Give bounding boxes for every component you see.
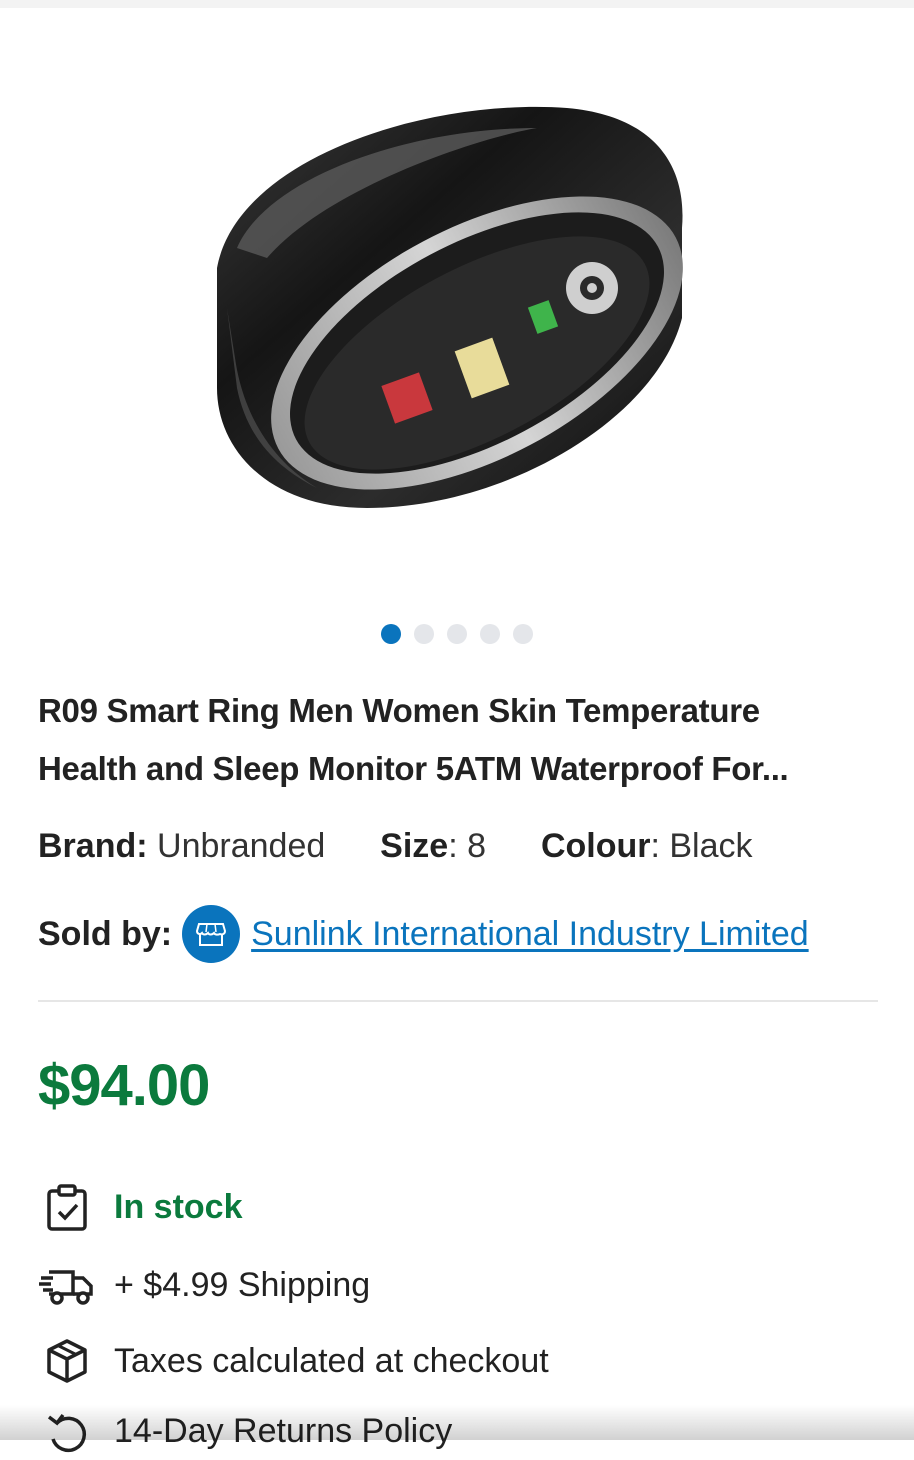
product-title-line: Health and Sleep Monitor 5ATM Waterproof… <box>38 750 789 787</box>
taxes-row: Taxes calculated at checkout <box>38 1332 898 1390</box>
delivery-truck-icon <box>38 1256 96 1314</box>
gallery-dot[interactable] <box>447 624 467 644</box>
product-image-gallery[interactable] <box>0 8 914 608</box>
gallery-pagination <box>0 624 914 644</box>
taxes-note: Taxes calculated at checkout <box>114 1341 549 1380</box>
gallery-dot[interactable] <box>414 624 434 644</box>
shipping-cost: + $4.99 Shipping <box>114 1265 371 1304</box>
gallery-dot-active[interactable] <box>381 624 401 644</box>
product-specs: Brand: Unbranded Size: 8 Colour: Black <box>38 820 898 872</box>
divider <box>38 1000 878 1002</box>
size-value: : 8 <box>448 827 487 865</box>
gallery-dot[interactable] <box>513 624 533 644</box>
package-box-icon <box>38 1332 96 1390</box>
sold-by-label: Sold by: <box>38 914 173 953</box>
colour-label: Colour <box>540 827 651 865</box>
shipping-row: + $4.99 Shipping <box>38 1256 898 1314</box>
product-title: R09 Smart Ring Men Women Skin Temperatur… <box>38 682 878 798</box>
gallery-dot[interactable] <box>480 624 500 644</box>
bottom-shadow <box>0 1405 914 1440</box>
smart-ring-image <box>217 106 683 508</box>
top-status-strip <box>0 0 914 8</box>
colour-value: : Black <box>650 827 753 865</box>
price: $94.00 <box>38 1053 210 1118</box>
brand-value: Unbranded <box>157 827 326 865</box>
stock-status: In stock <box>114 1187 243 1226</box>
seller-row: Sold by: Sunlink International Industry … <box>38 905 908 963</box>
seller-link[interactable]: Sunlink International Industry Limited <box>251 915 809 954</box>
size-label: Size <box>380 827 449 865</box>
clipboard-check-icon <box>38 1178 96 1236</box>
store-icon[interactable] <box>182 905 241 963</box>
product-title-line: R09 Smart Ring Men Women Skin Temperatur… <box>38 692 760 729</box>
stock-row: In stock <box>38 1178 898 1236</box>
brand-label: Brand: <box>38 827 148 865</box>
